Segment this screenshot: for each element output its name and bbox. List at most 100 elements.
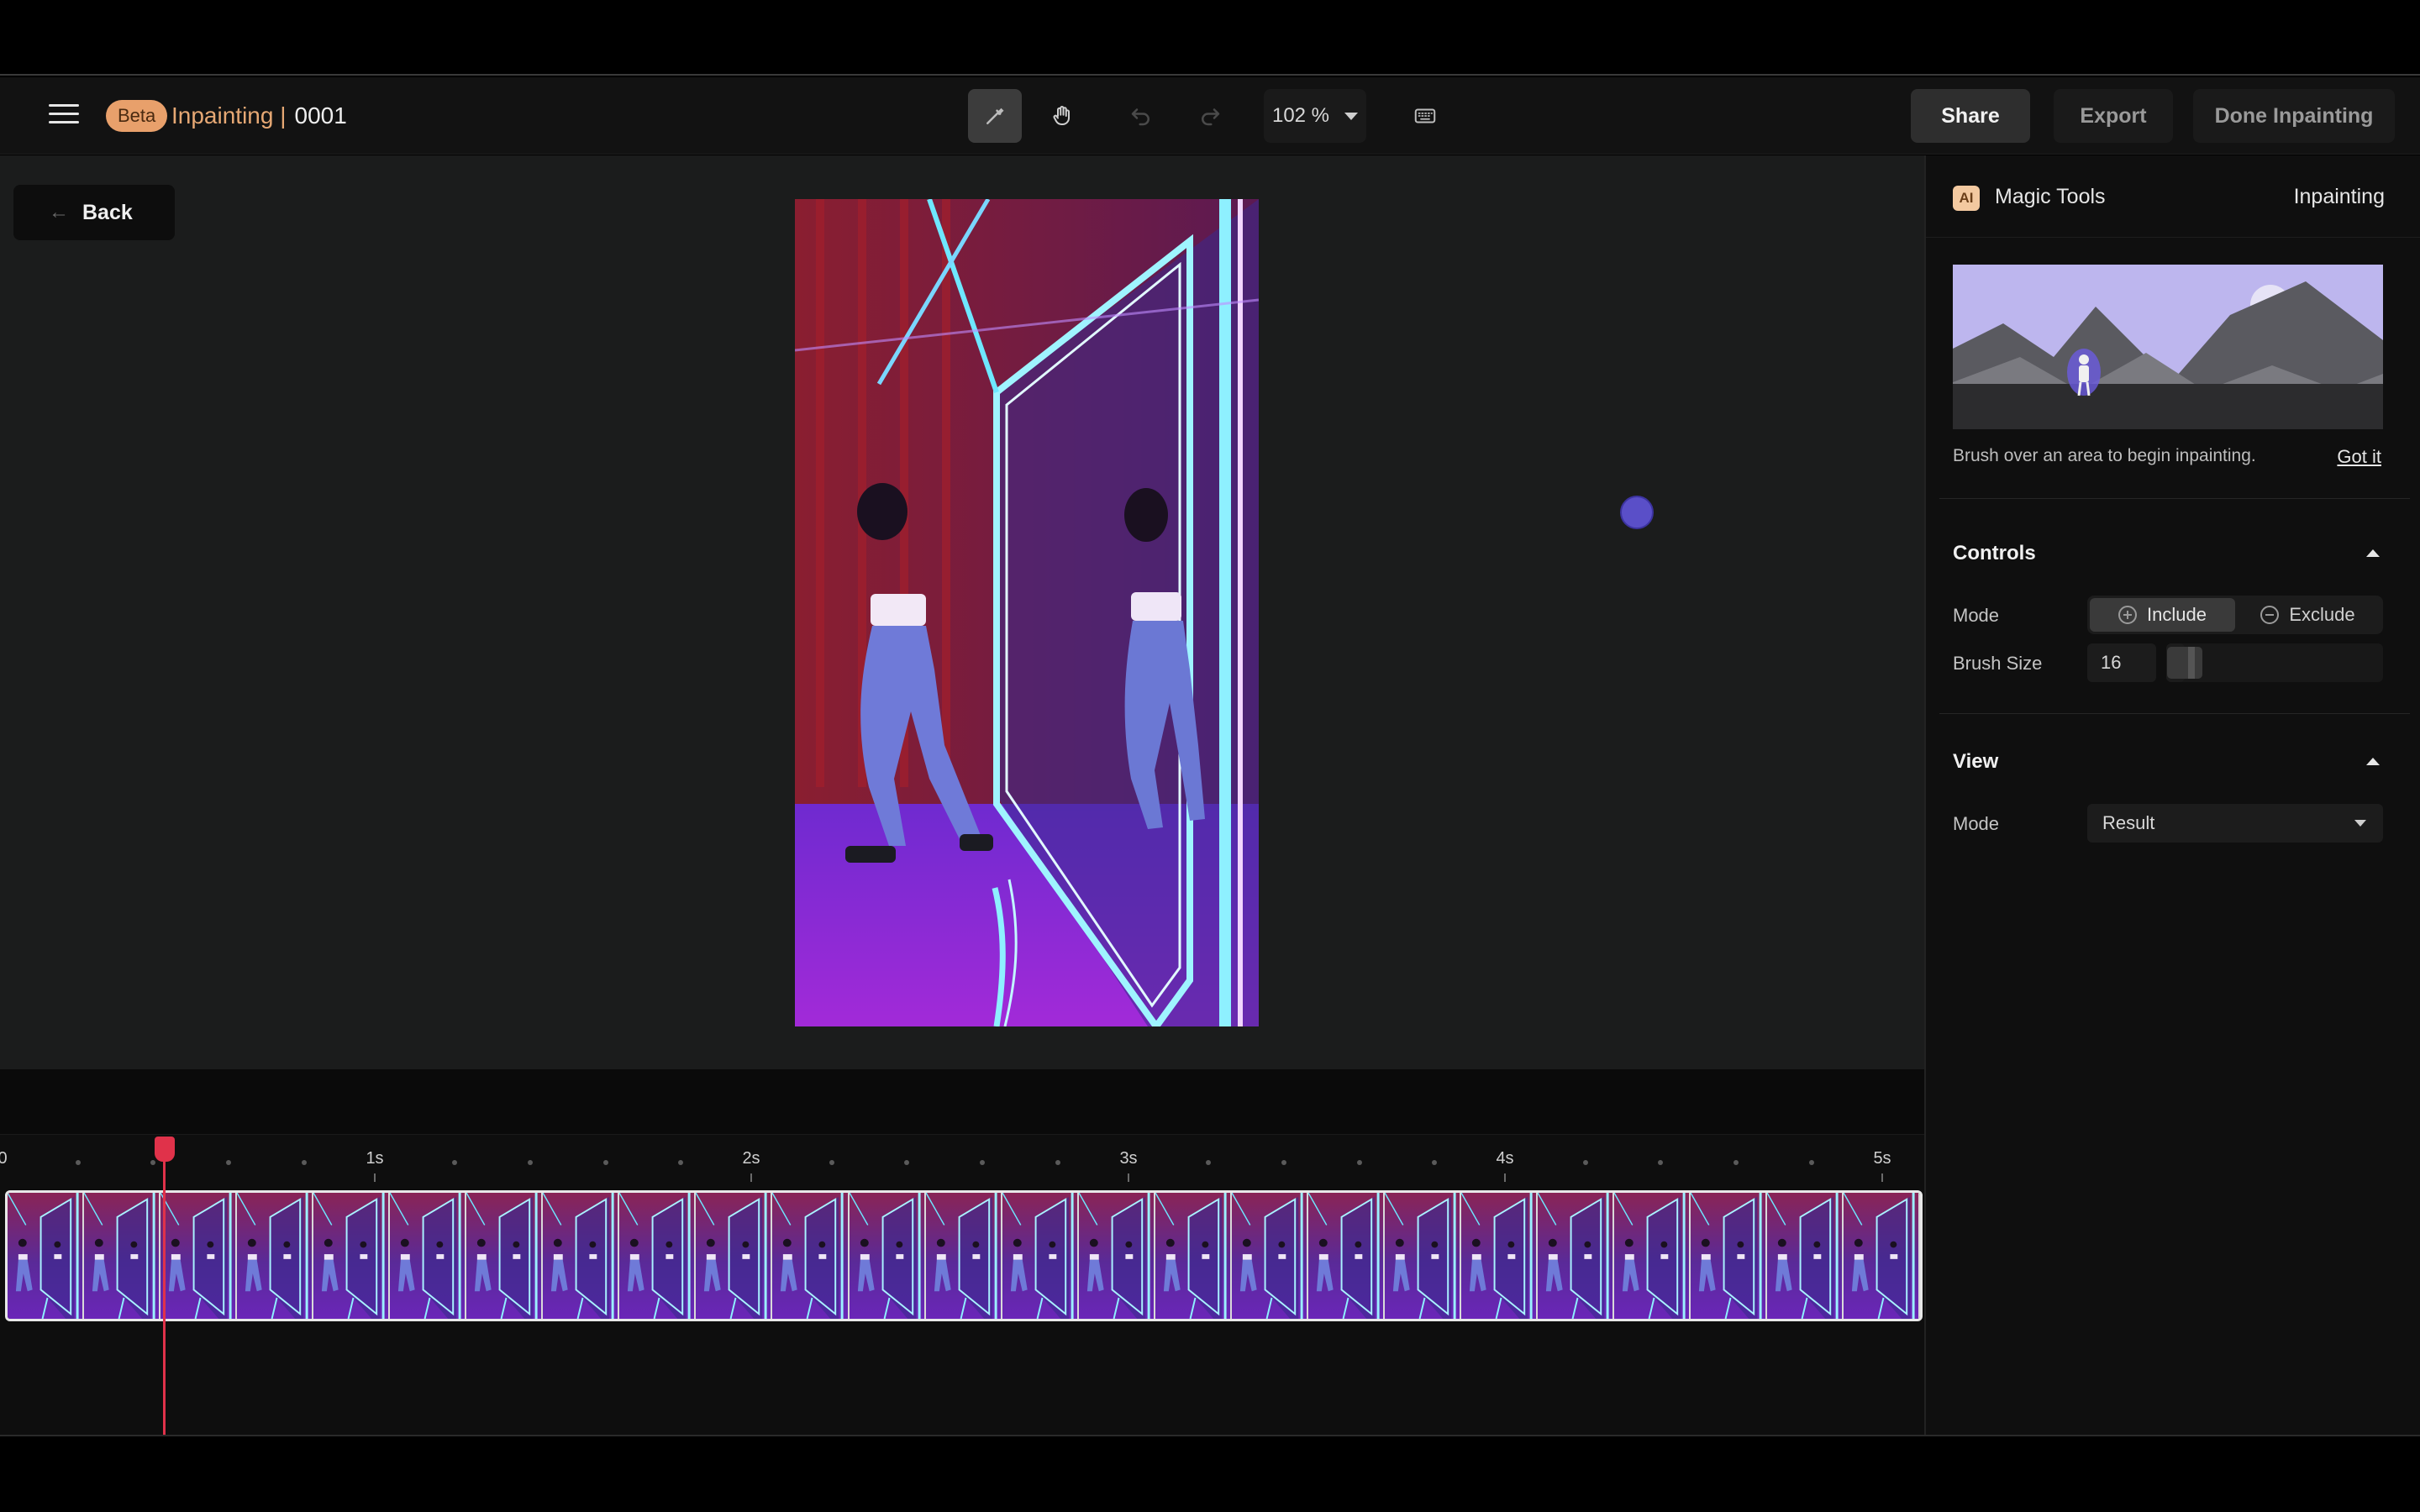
hint-text: Brush over an area to begin inpainting. [1953, 446, 2256, 465]
undo-button[interactable] [1114, 89, 1168, 143]
export-button[interactable]: Export [2054, 89, 2173, 143]
ruler-dot [75, 1160, 81, 1165]
ruler-dot [1658, 1160, 1664, 1165]
view-mode-select[interactable]: Result [2087, 804, 2383, 843]
ruler-dot [1733, 1160, 1739, 1165]
filmstrip-frame [543, 1193, 620, 1319]
filmstrip-frame [696, 1193, 773, 1319]
filmstrip-frame [1537, 1193, 1614, 1319]
tick-label: 2s [742, 1149, 760, 1168]
view-mode-value: Result [2102, 812, 2155, 833]
brush-size-slider[interactable] [2166, 643, 2383, 682]
editor-canvas[interactable]: ← Back [0, 155, 1924, 1069]
filmstrip-frame [1767, 1193, 1844, 1319]
filmstrip-frame [313, 1193, 391, 1319]
panel-header: AI Magic Tools Inpainting [1926, 155, 2420, 238]
brush-icon [986, 108, 1004, 124]
filmstrip-frame [1307, 1193, 1385, 1319]
menu-icon[interactable] [49, 104, 79, 128]
ruler-dot [1432, 1160, 1438, 1165]
filmstrip-frame [1613, 1193, 1691, 1319]
filmstrip-frame [1844, 1193, 1920, 1319]
tick-mark [1128, 1173, 1129, 1182]
filmstrip[interactable] [5, 1190, 1923, 1321]
ruler-dot [1055, 1160, 1060, 1165]
minus-circle-icon [2260, 606, 2280, 624]
filmstrip-frame [1691, 1193, 1768, 1319]
filmstrip-frame [849, 1193, 926, 1319]
tick-mark [374, 1173, 376, 1182]
share-button[interactable]: Share [1911, 89, 2030, 143]
back-button[interactable]: ← Back [13, 185, 175, 240]
ruler-dot [1281, 1160, 1286, 1165]
done-inpainting-button[interactable]: Done Inpainting [2193, 89, 2395, 143]
tick-label: 4s [1496, 1149, 1514, 1168]
tool-name: Inpainting [2293, 185, 2385, 208]
slider-thumb[interactable] [2167, 647, 2202, 679]
keyboard-icon [1414, 108, 1436, 123]
redo-icon [1202, 108, 1220, 126]
ruler-dot [226, 1160, 232, 1165]
top-bar: Beta Inpainting | 0001 102 % Share Export… [0, 77, 2420, 155]
back-label: Back [82, 200, 133, 224]
undo-icon [1131, 108, 1150, 126]
chevron-up-icon[interactable] [2366, 758, 2380, 765]
zoom-value: 102 % [1271, 104, 1330, 127]
plus-circle-icon [2118, 606, 2138, 624]
brush-tool-button[interactable] [968, 89, 1022, 143]
letterbox-bottom [0, 1435, 2420, 1512]
video-preview[interactable] [795, 199, 1259, 1026]
mode-toggle: Include Exclude [2087, 596, 2383, 634]
filmstrip-frame [237, 1193, 314, 1319]
zoom-dropdown[interactable]: 102 % [1264, 89, 1366, 143]
timeline[interactable]: 0 1s 2s 3s 4s 5s [0, 1069, 1924, 1435]
hand-icon [1053, 106, 1070, 125]
ruler-dot [678, 1160, 684, 1165]
chevron-up-icon[interactable] [2366, 549, 2380, 557]
filmstrip-frame [84, 1193, 161, 1319]
ruler-dot [829, 1160, 834, 1165]
mode-label: Mode [1953, 605, 2000, 626]
include-button[interactable]: Include [2090, 598, 2235, 632]
exclude-label: Exclude [2289, 604, 2355, 625]
redo-button[interactable] [1183, 89, 1237, 143]
divider [1939, 713, 2410, 714]
project-number[interactable]: 0001 [295, 102, 347, 129]
ruler-dot [301, 1160, 307, 1165]
panel-title: Magic Tools [1995, 185, 2106, 208]
filmstrip-frame [619, 1193, 697, 1319]
filmstrip-frame [772, 1193, 850, 1319]
tick-mark [750, 1173, 752, 1182]
ruler-dot [1356, 1160, 1362, 1165]
view-section-title[interactable]: View [1953, 750, 1998, 774]
filmstrip-frame [1002, 1193, 1079, 1319]
tick-label: 1s [366, 1149, 384, 1168]
letterbox-top [0, 0, 2420, 76]
magic-tools-panel: AI Magic Tools Inpainting Brush over an … [1924, 155, 2420, 1435]
filmstrip-frame [1460, 1193, 1538, 1319]
page-title: Inpainting | 0001 [171, 101, 347, 131]
keyboard-shortcuts-button[interactable] [1398, 89, 1452, 143]
video-frame-image [795, 199, 1259, 1026]
playhead-handle[interactable] [155, 1137, 175, 1162]
filmstrip-frame [925, 1193, 1002, 1319]
brush-size-input[interactable]: 16 [2087, 643, 2156, 682]
hand-tool-button[interactable] [1035, 89, 1089, 143]
filmstrip-frame [1155, 1193, 1232, 1319]
include-label: Include [2147, 604, 2207, 625]
chevron-down-icon [1344, 112, 1359, 120]
timeline-toolbar-area [0, 1069, 1924, 1135]
inpainting-illustration [1953, 265, 2383, 429]
controls-section-title[interactable]: Controls [1953, 542, 2036, 565]
app-title: Inpainting | [171, 102, 287, 129]
got-it-link[interactable]: Got it [2337, 446, 2381, 468]
chevron-down-icon [2354, 820, 2366, 827]
arrow-left-icon: ← [49, 201, 69, 223]
tick-mark [1881, 1173, 1883, 1182]
divider [1939, 498, 2410, 499]
exclude-button[interactable]: Exclude [2235, 598, 2381, 632]
filmstrip-frame [1231, 1193, 1308, 1319]
ruler-dot [904, 1160, 910, 1165]
mountain-illustration-icon [1953, 265, 2383, 429]
tick-label: 3s [1119, 1149, 1138, 1168]
